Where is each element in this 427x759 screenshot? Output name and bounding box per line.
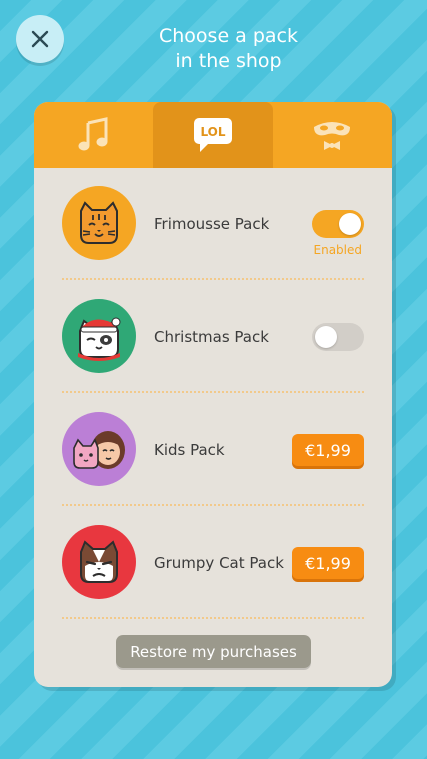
pack-toggle-frimousse[interactable] [312, 210, 364, 238]
pack-name-kids: Kids Pack [154, 440, 225, 459]
title-line-2: in the shop [175, 50, 282, 72]
pack-row-christmas: Christmas Pack [62, 281, 364, 393]
buy-button-kids[interactable]: €1,99 [292, 434, 364, 466]
divider [62, 391, 364, 393]
orange-cat-icon [80, 201, 118, 244]
tab-masks[interactable] [273, 102, 392, 168]
page-title: Choose a pack in the shop [100, 24, 357, 74]
pack-toggle-christmas[interactable] [312, 323, 364, 351]
mask-icon [314, 122, 351, 150]
pack-name-christmas: Christmas Pack [154, 327, 269, 346]
divider [62, 278, 364, 280]
christmas-cat-icon [78, 317, 121, 361]
pack-avatar-grumpy-cat [62, 525, 136, 599]
category-tabs: LOL [34, 102, 392, 168]
title-line-1: Choose a pack [158, 25, 299, 47]
pack-name-grumpy-cat: Grumpy Cat Pack [154, 553, 284, 572]
pack-row-grumpy-cat: Grumpy Cat Pack €1,99 [62, 507, 364, 619]
pack-row-frimousse: Frimousse Pack Enabled [62, 168, 364, 280]
lol-bubble-text: LOL [200, 125, 225, 139]
shop-panel: LOL Frimousse Pack Enabled Christmas Pac… [34, 102, 392, 687]
restore-purchases-button[interactable]: Restore my purchases [116, 635, 311, 668]
lol-bubble-icon: LOL [193, 118, 232, 152]
close-icon [31, 30, 49, 48]
pack-avatar-christmas [62, 299, 136, 373]
divider [62, 504, 364, 506]
tab-music[interactable] [34, 102, 153, 168]
close-button[interactable] [16, 15, 64, 63]
toggle-knob [315, 326, 337, 348]
pack-avatar-frimousse [62, 186, 136, 260]
toggle-knob [339, 213, 361, 235]
divider [62, 617, 364, 619]
status-label-enabled: Enabled [313, 243, 363, 257]
grumpy-cat-icon [80, 540, 118, 583]
kids-icon [73, 431, 125, 469]
music-note-icon [78, 117, 108, 151]
pack-avatar-kids [62, 412, 136, 486]
pack-row-kids: Kids Pack €1,99 [62, 394, 364, 506]
pack-name-frimousse: Frimousse Pack [154, 214, 270, 233]
tab-lol[interactable]: LOL [153, 102, 273, 168]
buy-button-grumpy-cat[interactable]: €1,99 [292, 547, 364, 579]
